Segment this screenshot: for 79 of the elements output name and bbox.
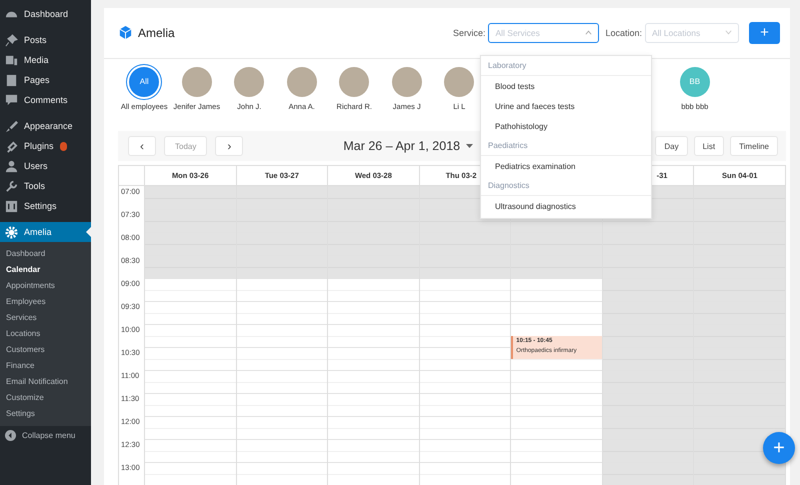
option-group-label: Diagnostics — [488, 181, 530, 190]
time-slot-cell[interactable] — [145, 232, 236, 244]
option-group-label: Laboratory — [488, 61, 526, 70]
caret-down-icon[interactable] — [466, 144, 474, 148]
sidebar-item[interactable]: Users — [0, 156, 91, 176]
cube-logo-icon — [118, 25, 133, 40]
time-slot-cell[interactable] — [420, 220, 510, 232]
submenu-item[interactable]: Employees — [0, 294, 91, 310]
time-slot-cell[interactable] — [145, 209, 236, 220]
time-slot-cell[interactable] — [328, 186, 419, 198]
service-option[interactable]: Pediatrics examination — [481, 156, 651, 176]
view-tab[interactable]: Day — [655, 136, 688, 156]
view-tab[interactable]: List — [694, 136, 724, 156]
time-slot-cell[interactable] — [145, 186, 236, 198]
submenu-item[interactable]: Appointments — [0, 278, 91, 294]
location-label: Location: — [605, 28, 642, 38]
wrench-icon — [5, 180, 18, 192]
person-icon — [5, 160, 18, 172]
sidebar-item[interactable]: Plugins — [0, 136, 91, 156]
add-button[interactable]: + — [749, 22, 780, 44]
time-slot-cell[interactable] — [145, 244, 236, 255]
gear-icon — [5, 226, 18, 238]
time-slot-cell[interactable] — [145, 198, 236, 209]
service-option[interactable]: Urine and faeces tests — [481, 96, 651, 116]
time-slot-cell[interactable] — [145, 255, 236, 266]
sidebar-item[interactable]: Appearance — [0, 116, 91, 136]
speech-bubble-icon — [5, 94, 18, 106]
sidebar-item[interactable]: Pages — [0, 70, 91, 90]
submenu-item[interactable]: Customize — [0, 390, 91, 406]
pushpin-icon — [5, 34, 18, 46]
settings-icon — [5, 200, 18, 212]
employee-photo-placeholder[interactable] — [234, 66, 264, 97]
view-tab[interactable]: Timeline — [730, 136, 778, 156]
collapse-menu-button[interactable]: Collapse menu — [0, 426, 91, 445]
sidebar-item[interactable]: Tools — [0, 176, 91, 196]
sidebar-item[interactable]: Amelia — [0, 222, 91, 242]
submenu-item[interactable]: Settings — [0, 406, 91, 422]
employee-photo-placeholder[interactable] — [339, 66, 370, 97]
time-slot-cell[interactable] — [420, 266, 510, 278]
date-range-title[interactable]: Mar 26 – Apr 1, 2018 — [343, 139, 460, 154]
submenu-item[interactable]: Locations — [0, 326, 91, 342]
time-slot-cell[interactable] — [145, 220, 236, 232]
service-option[interactable]: Pathohistology — [481, 116, 651, 136]
sidebar-item[interactable]: Settings — [0, 196, 91, 216]
sidebar-item[interactable]: Comments — [0, 90, 91, 110]
submenu-item[interactable]: Email Notification — [0, 374, 91, 390]
time-slot-cell[interactable] — [236, 266, 328, 278]
employee-photo-placeholder[interactable] — [392, 66, 422, 97]
employee-photo-placeholder[interactable] — [286, 66, 317, 97]
time-slot-cell[interactable] — [236, 186, 328, 198]
sidebar-item[interactable]: Dashboard — [0, 4, 91, 24]
employee-avatar[interactable]: All — [129, 66, 160, 97]
time-slot-cell[interactable] — [328, 266, 419, 278]
plug-icon — [5, 140, 18, 152]
brush-icon — [5, 120, 18, 132]
next-week-button[interactable]: › — [215, 136, 244, 156]
employee-photo-placeholder[interactable] — [182, 66, 212, 97]
app-name: Amelia — [138, 26, 175, 40]
service-label: Service: — [452, 28, 486, 38]
submenu-item[interactable]: Calendar — [0, 262, 91, 278]
submenu-item[interactable]: Services — [0, 310, 91, 326]
service-option[interactable]: Blood tests — [481, 76, 651, 96]
employee-photo-placeholder[interactable] — [444, 66, 474, 97]
time-slot-cell[interactable] — [511, 220, 602, 232]
submenu-item[interactable]: Customers — [0, 342, 91, 358]
sidebar-item[interactable]: Posts — [0, 30, 91, 50]
submenu-item[interactable]: Finance — [0, 358, 91, 374]
chevron-up-icon — [585, 30, 592, 36]
time-slot-cell[interactable] — [145, 266, 236, 278]
service-option[interactable]: Ultrasound diagnostics — [481, 196, 651, 216]
chevron-down-icon — [725, 30, 732, 36]
submenu-item[interactable]: Dashboard — [0, 246, 91, 262]
media-icon — [5, 54, 18, 66]
page-icon — [5, 74, 18, 86]
time-slot-cell[interactable] — [511, 266, 602, 278]
option-group-label: Paediatrics — [488, 141, 528, 150]
service-dropdown-menu[interactable]: Laboratory Blood tests Urine and faeces tests Pathohistology Paediatrics Pediatrics examination Diagnostics Ultrasound diagnostics — [480, 55, 652, 219]
previous-week-button[interactable]: ‹ — [128, 136, 156, 156]
sidebar-item[interactable]: Media — [0, 50, 91, 70]
